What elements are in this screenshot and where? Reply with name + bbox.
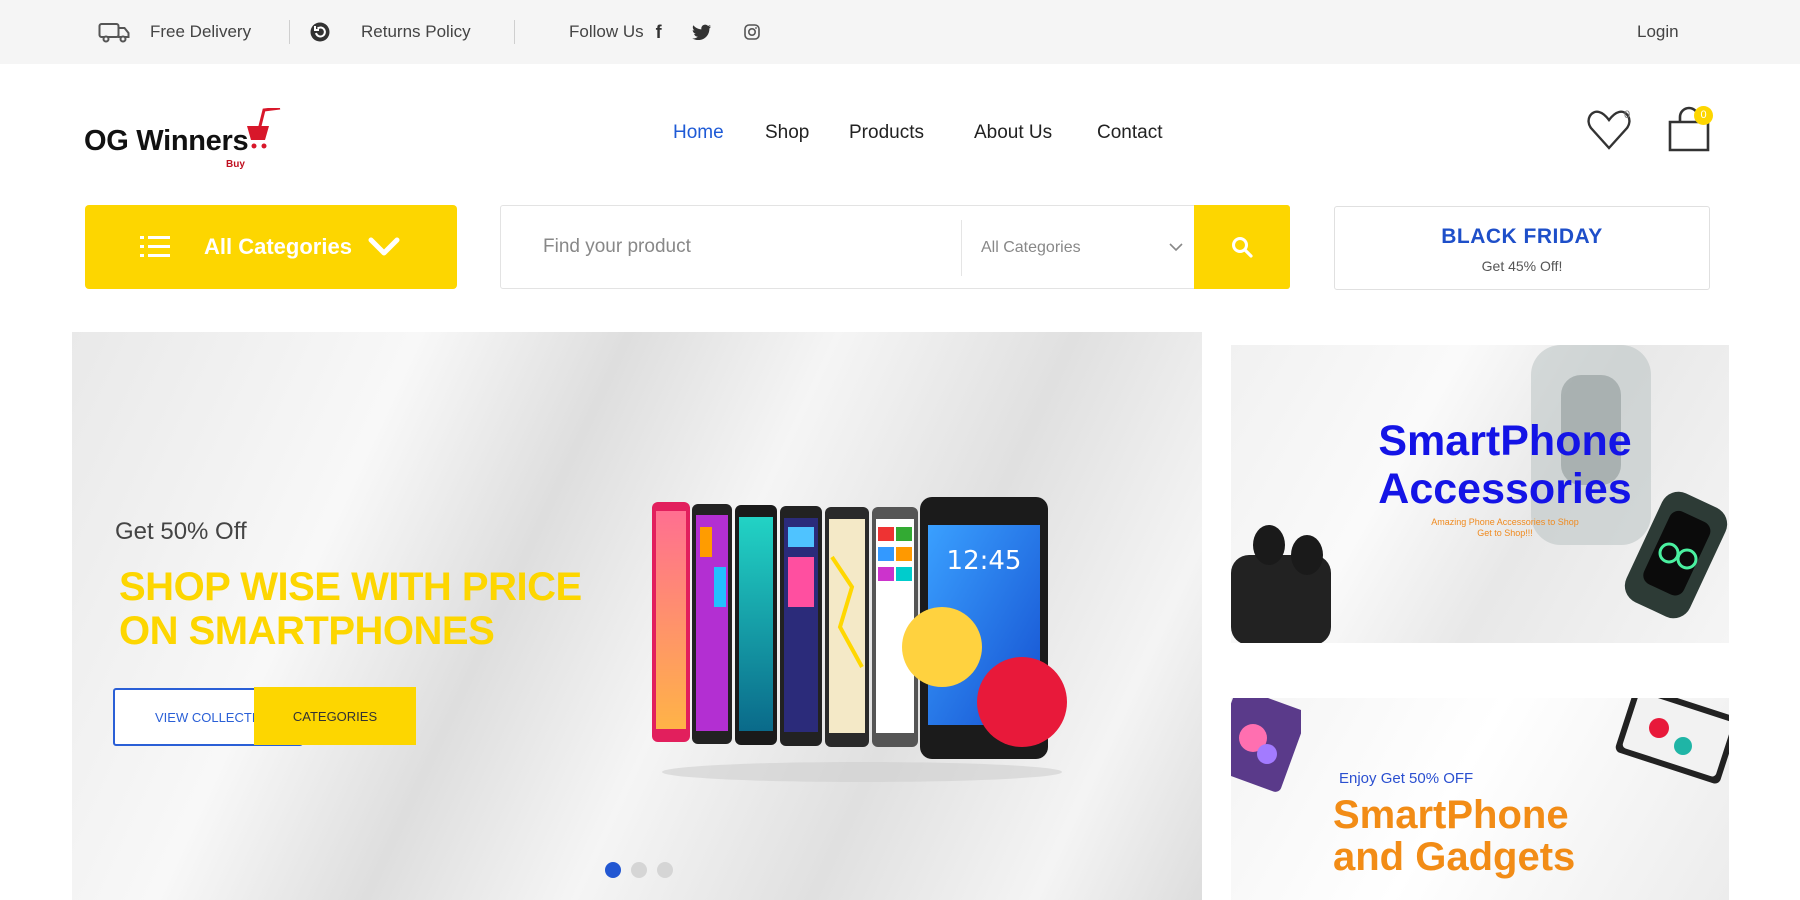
wishlist-count: 0 (1623, 109, 1631, 121)
smartphone-gadgets-banner[interactable]: Enjoy Get 50% OFF SmartPhone and Gadgets (1231, 698, 1729, 900)
slider-dot-3[interactable] (657, 862, 673, 878)
phone-clock: 12:45 (947, 546, 1022, 576)
wishlist-button[interactable]: 0 (1586, 106, 1634, 154)
all-categories-label: All Categories (204, 234, 352, 259)
promo-title: BLACK FRIDAY (1441, 225, 1603, 248)
tablet-image-right (1615, 698, 1729, 784)
hero-headline-line1: SHOP WISE WITH PRICE (119, 565, 582, 609)
nav-shop[interactable]: Shop (765, 122, 809, 144)
topbar-divider (514, 20, 515, 44)
follow-us: Follow Us f (569, 0, 760, 64)
smartphone-accessories-banner[interactable]: SmartPhone Accessories Amazing Phone Acc… (1231, 345, 1729, 643)
hero-subtitle: Get 50% Off (115, 518, 247, 545)
logo-subtext: Buy (226, 159, 245, 170)
top-bar: Free Delivery Returns Policy Follow Us f… (0, 0, 1800, 64)
cart-button[interactable]: 0 (1666, 106, 1714, 154)
returns-policy-link[interactable]: Returns Policy (309, 0, 471, 64)
category-select-value: All Categories (981, 239, 1081, 256)
hero-slider: Get 50% Off SHOP WISE WITH PRICE ON SMAR… (72, 332, 1202, 900)
site-logo[interactable]: OG Winners Buy (84, 108, 284, 170)
search-button[interactable] (1194, 205, 1290, 289)
all-categories-button[interactable]: All Categories (85, 205, 457, 289)
search-input[interactable] (503, 208, 958, 286)
search-bar: All Categories (500, 205, 1290, 289)
categories-button[interactable]: CATEGORIES (254, 687, 416, 745)
slider-dot-2[interactable] (631, 862, 647, 878)
cart-count: 0 (1694, 106, 1713, 125)
gadgets-title-line2: and Gadgets (1333, 835, 1576, 879)
category-select[interactable]: All Categories (981, 206, 1183, 290)
login-label: Login (1637, 22, 1679, 41)
twitter-icon[interactable] (691, 24, 712, 40)
search-icon (1232, 237, 1253, 258)
slider-dot-1[interactable] (605, 862, 621, 878)
login-link[interactable]: Login (1637, 0, 1679, 64)
truck-icon (98, 23, 130, 43)
gadgets-title: SmartPhone and Gadgets (1333, 794, 1575, 878)
logo-cart-icon (247, 108, 281, 149)
accessories-title-line2: Accessories (1378, 465, 1632, 513)
hero-headline: SHOP WISE WITH PRICE ON SMARTPHONES (119, 565, 582, 653)
accessories-title: SmartPhone Accessories (1231, 417, 1729, 513)
follow-us-label: Follow Us (569, 22, 644, 41)
instagram-icon[interactable] (743, 24, 760, 40)
topbar-divider (289, 20, 290, 44)
returns-policy-label: Returns Policy (361, 22, 471, 41)
free-delivery-label: Free Delivery (150, 22, 252, 41)
gadgets-title-line1: SmartPhone (1333, 793, 1569, 837)
chevron-down-icon (1169, 243, 1183, 252)
promo-subtitle: Get 45% Off! (1481, 258, 1563, 274)
smartphones-image: 12:45 (652, 497, 1067, 782)
slider-dots (605, 862, 673, 878)
free-delivery: Free Delivery (98, 0, 251, 64)
accessories-note-line2: Get to Shop!!! (1477, 528, 1533, 538)
returns-icon (310, 22, 330, 42)
accessories-note-line1: Amazing Phone Accessories to Shop (1431, 517, 1579, 527)
nav-home[interactable]: Home (673, 122, 724, 144)
categories-label: CATEGORIES (292, 708, 378, 724)
hero-headline-line2: ON SMARTPHONES (119, 609, 495, 653)
nav-contact[interactable]: Contact (1097, 122, 1162, 144)
list-icon (140, 236, 170, 257)
chevron-down-icon (368, 237, 400, 256)
black-friday-promo[interactable]: BLACK FRIDAY Get 45% Off! (1334, 206, 1710, 290)
search-divider (961, 220, 962, 276)
facebook-icon[interactable]: f (656, 22, 662, 43)
tablet-image-left (1231, 698, 1301, 792)
accessories-title-line1: SmartPhone (1378, 417, 1632, 465)
logo-text: OG Winners (84, 125, 249, 157)
nav-products[interactable]: Products (849, 122, 924, 144)
accessories-note: Amazing Phone Accessories to Shop Get to… (1231, 517, 1729, 539)
nav-about-us[interactable]: About Us (974, 122, 1052, 144)
gadgets-kicker: Enjoy Get 50% OFF (1339, 770, 1474, 787)
